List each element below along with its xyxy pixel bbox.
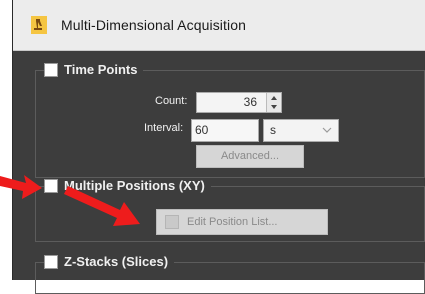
count-spinner[interactable]: 36	[196, 92, 282, 113]
microscope-icon	[31, 16, 47, 34]
count-value: 36	[243, 95, 257, 109]
multiple-positions-checkbox[interactable]	[44, 178, 58, 193]
time-points-legend: Time Points	[44, 62, 144, 77]
z-stacks-legend: Z-Stacks (Slices)	[44, 254, 175, 269]
increment-arrow-icon[interactable]	[270, 94, 278, 102]
decrement-arrow-icon[interactable]	[270, 103, 278, 111]
count-label: Count:	[155, 95, 188, 107]
interval-unit-value: s	[270, 123, 276, 137]
advanced-button[interactable]: Advanced...	[196, 145, 304, 168]
z-stacks-label: Z-Stacks (Slices)	[64, 254, 169, 269]
spinner-arrows	[266, 93, 281, 112]
edit-position-list-button[interactable]: Edit Position List...	[156, 209, 328, 235]
interval-unit-select[interactable]: s	[263, 119, 339, 142]
z-stacks-group: Z-Stacks (Slices)	[35, 254, 425, 294]
interval-label: Interval:	[144, 122, 184, 134]
time-points-group: Time Points Count: 36 Interval: 60 s Adv…	[35, 62, 425, 178]
window-title: Multi-Dimensional Acquisition	[61, 17, 246, 33]
time-points-checkbox[interactable]	[44, 62, 58, 77]
multiple-positions-group: Multiple Positions (XY) Edit Position Li…	[35, 178, 425, 242]
chevron-down-icon	[322, 127, 332, 133]
z-stacks-checkbox[interactable]	[44, 254, 58, 269]
position-list-icon	[165, 215, 179, 229]
multiple-positions-label: Multiple Positions (XY)	[64, 178, 205, 193]
multiple-positions-legend: Multiple Positions (XY)	[44, 178, 211, 193]
title-bar: Multi-Dimensional Acquisition	[13, 0, 425, 51]
time-points-label: Time Points	[64, 62, 138, 77]
mda-window: Multi-Dimensional Acquisition Time Point…	[12, 0, 425, 294]
interval-input[interactable]: 60	[191, 119, 259, 142]
interval-value: 60	[195, 123, 209, 137]
edit-position-list-label: Edit Position List...	[187, 216, 278, 228]
